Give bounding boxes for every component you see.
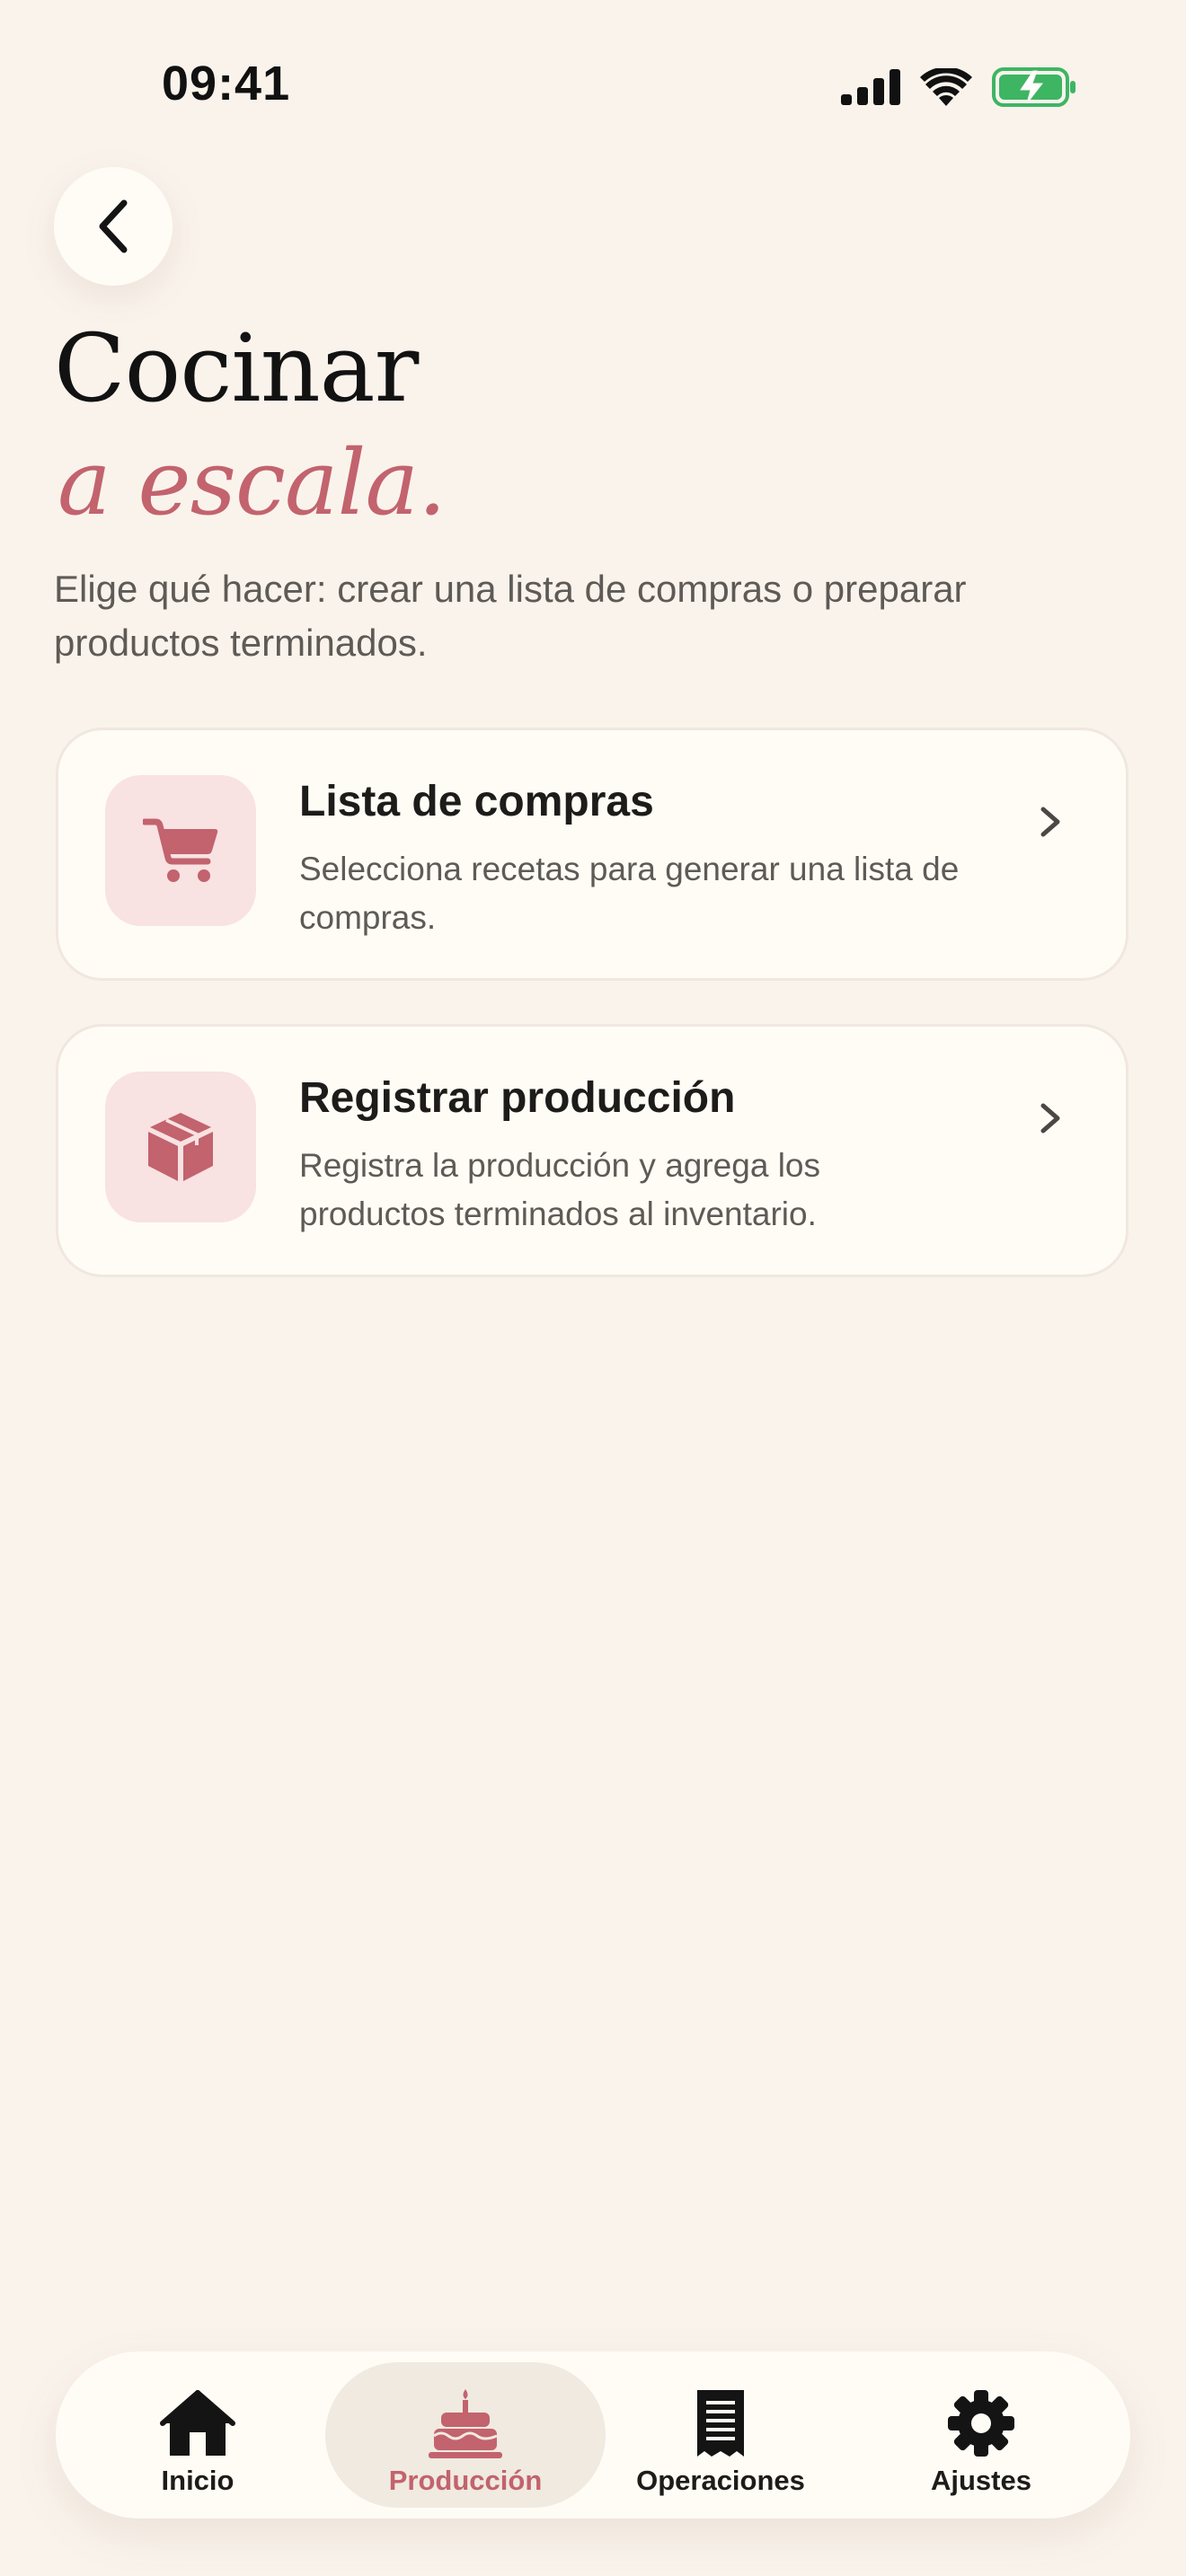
tab-label: Producción bbox=[388, 2465, 543, 2496]
shopping-list-description: Selecciona recetas para generar una list… bbox=[299, 851, 960, 936]
shopping-list-title: Lista de compras bbox=[299, 778, 654, 825]
status-icons bbox=[841, 65, 1076, 110]
shopping-cart-icon bbox=[143, 818, 218, 882]
page-title: Cocinar bbox=[54, 313, 419, 423]
tab-label: Operaciones bbox=[636, 2465, 805, 2496]
app-screen: 09:41 Cocinar a escala. Elige qué hacer:… bbox=[0, 0, 1186, 2576]
receipt-icon bbox=[697, 2390, 744, 2457]
status-time: 09:41 bbox=[162, 57, 291, 110]
gear-icon bbox=[948, 2390, 1014, 2457]
register-production-icon-tile bbox=[105, 1072, 256, 1222]
chevron-right-icon bbox=[1040, 1103, 1060, 1134]
register-production-card[interactable]: Registrar producción Registra la producc… bbox=[56, 1024, 1128, 1277]
tab-bar: Inicio Producción Operaciones Ajustes bbox=[56, 2351, 1130, 2519]
page-title-accent: a escala. bbox=[58, 430, 447, 535]
battery-charging-icon bbox=[992, 67, 1075, 107]
cake-icon bbox=[429, 2389, 502, 2458]
tab-inicio[interactable]: Inicio bbox=[63, 2362, 332, 2508]
shopping-list-icon-tile bbox=[105, 775, 256, 926]
register-production-description: Registra la producción y agrega los prod… bbox=[299, 1147, 820, 1232]
register-production-title: Registrar producción bbox=[299, 1074, 736, 1122]
tab-operaciones[interactable]: Operaciones bbox=[586, 2362, 855, 2508]
tab-ajustes[interactable]: Ajustes bbox=[846, 2362, 1116, 2508]
chevron-left-icon bbox=[99, 199, 128, 253]
shopping-list-card[interactable]: Lista de compras Selecciona recetas para… bbox=[56, 728, 1128, 981]
page-subtitle: Elige qué hacer: crear una lista de comp… bbox=[54, 568, 967, 664]
back-button[interactable] bbox=[54, 167, 173, 286]
wifi-icon bbox=[920, 68, 972, 106]
tab-label: Inicio bbox=[161, 2465, 235, 2496]
tab-produccion[interactable]: Producción bbox=[331, 2362, 600, 2508]
box-icon bbox=[148, 1113, 213, 1181]
chevron-right-icon bbox=[1040, 807, 1060, 837]
tab-label: Ajustes bbox=[931, 2465, 1031, 2496]
cellular-signal-icon bbox=[841, 69, 900, 105]
home-icon bbox=[160, 2390, 235, 2456]
